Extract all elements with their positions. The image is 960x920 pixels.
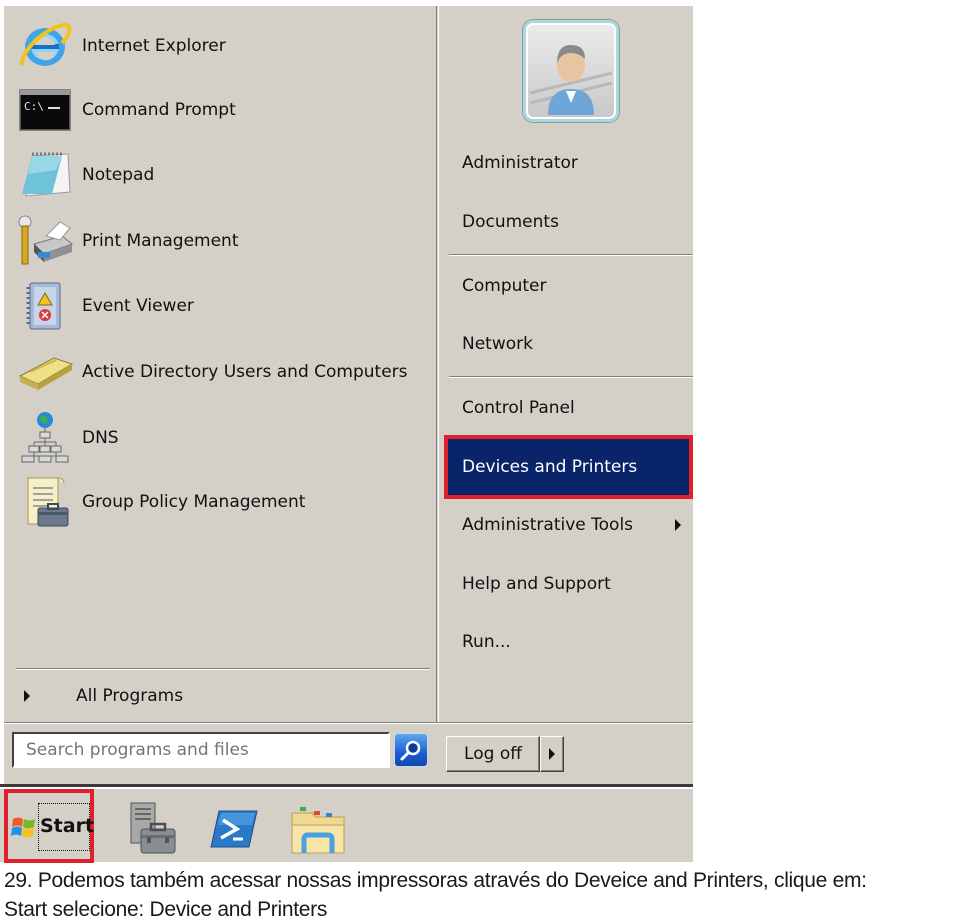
system-links-pane: Administrator Documents Computer Network… (439, 6, 693, 722)
group-policy-icon (16, 476, 74, 528)
search-input[interactable] (12, 732, 390, 768)
print-management-icon (16, 215, 74, 267)
caption-text: 29. Podemos também acessar nossas impres… (4, 866, 960, 920)
link-administrator[interactable]: Administrator (447, 137, 693, 189)
link-network[interactable]: Network (447, 318, 693, 370)
link-label: Documents (462, 212, 559, 232)
separator (449, 254, 693, 256)
program-label: Notepad (82, 164, 155, 185)
search-icon (400, 740, 421, 761)
user-avatar-icon (529, 45, 613, 115)
taskbar: Start (0, 784, 693, 863)
link-label: Control Panel (462, 398, 575, 418)
internet-explorer-icon (16, 20, 74, 72)
start-label: Start (40, 815, 95, 837)
link-label: Administrative Tools (462, 515, 634, 535)
shutdown-options-button[interactable] (540, 736, 564, 772)
link-label: Computer (462, 276, 547, 296)
all-programs-label: All Programs (76, 686, 184, 706)
program-label: Event Viewer (82, 295, 194, 316)
submenu-arrow-icon (24, 690, 30, 702)
program-label: DNS (82, 427, 119, 448)
command-prompt-icon: C:\ (16, 84, 74, 136)
link-label: Network (462, 334, 533, 354)
program-label: Command Prompt (82, 99, 236, 120)
windows-logo-icon (11, 817, 35, 838)
program-label: Internet Explorer (82, 35, 226, 56)
program-event-viewer[interactable]: Event Viewer (16, 276, 426, 336)
link-computer[interactable]: Computer (447, 260, 693, 312)
program-dns[interactable]: DNS (16, 408, 426, 468)
log-off-button[interactable]: Log off (446, 736, 540, 772)
search-button[interactable] (394, 733, 428, 767)
dns-icon (16, 412, 74, 464)
start-menu: Internet Explorer C:\ Command Prompt Not… (4, 6, 693, 784)
program-label: Active Directory Users and Computers (82, 361, 408, 382)
program-group-policy[interactable]: Group Policy Management (16, 472, 426, 532)
taskbar-server-manager[interactable] (124, 801, 180, 857)
link-label: Run... (462, 632, 511, 652)
link-control-panel[interactable]: Control Panel (447, 382, 693, 434)
windows-explorer-icon (291, 807, 345, 854)
taskbar-powershell[interactable] (206, 801, 262, 857)
taskbar-windows-explorer[interactable] (290, 801, 346, 857)
program-notepad[interactable]: Notepad (16, 145, 426, 205)
link-devices-and-printers[interactable]: Devices and Printers (444, 435, 693, 499)
separator (16, 668, 430, 670)
event-viewer-icon (16, 280, 74, 332)
start-button[interactable]: Start (4, 789, 94, 863)
program-print-management[interactable]: Print Management (16, 211, 426, 271)
user-picture[interactable] (523, 20, 619, 122)
submenu-arrow-icon (675, 519, 681, 531)
pinned-programs-pane: Internet Explorer C:\ Command Prompt Not… (4, 6, 436, 722)
link-label: Help and Support (462, 574, 611, 594)
caption-line-1: 29. Podemos também acessar nossas impres… (4, 869, 867, 892)
chevron-right-icon (549, 748, 555, 760)
link-administrative-tools[interactable]: Administrative Tools (447, 499, 693, 551)
link-help-and-support[interactable]: Help and Support (447, 558, 693, 610)
log-off-label: Log off (464, 744, 522, 764)
program-label: Print Management (82, 230, 239, 251)
all-programs-button[interactable]: All Programs (16, 680, 430, 712)
svg-text:C:\: C:\ (24, 100, 44, 113)
link-documents[interactable]: Documents (447, 196, 693, 248)
program-command-prompt[interactable]: C:\ Command Prompt (16, 80, 426, 140)
program-active-directory[interactable]: Active Directory Users and Computers (16, 342, 426, 402)
link-label: Devices and Printers (462, 457, 638, 477)
taskbar-highlight (0, 787, 693, 789)
server-manager-icon (130, 802, 176, 854)
separator (4, 722, 693, 724)
active-directory-icon (16, 346, 74, 398)
caption-line-2: Start selecione: Device and Printers (4, 898, 328, 920)
program-internet-explorer[interactable]: Internet Explorer (16, 16, 426, 76)
separator (449, 376, 693, 378)
link-run[interactable]: Run... (447, 616, 693, 668)
program-label: Group Policy Management (82, 491, 306, 512)
link-label: Administrator (462, 153, 578, 173)
notepad-icon (16, 149, 74, 201)
powershell-icon (210, 810, 258, 848)
